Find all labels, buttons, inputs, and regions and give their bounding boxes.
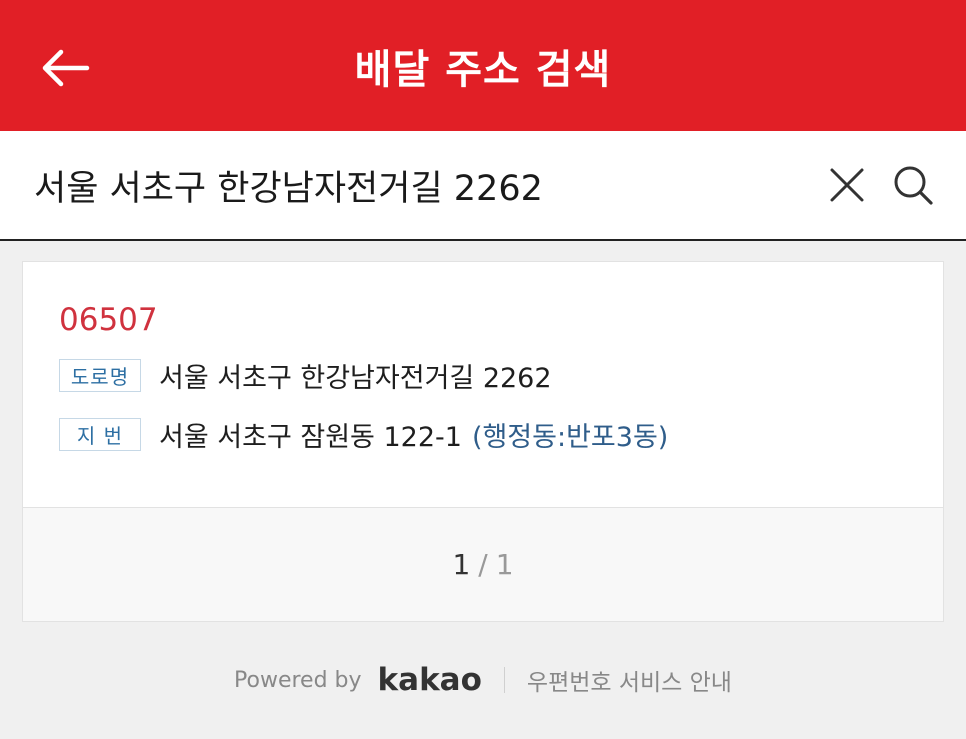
pagination: 1 / 1 [22, 507, 944, 622]
clear-button[interactable] [822, 160, 872, 210]
postcode-service-info-link[interactable]: 우편번호 서비스 안내 [527, 663, 732, 697]
search-icon [894, 166, 933, 205]
close-icon [830, 168, 864, 202]
jibun-address-tag: 지 번 [59, 417, 141, 451]
arrow-left-icon [42, 49, 90, 87]
footer-divider [503, 667, 505, 693]
powered-by-label: Powered by [234, 667, 362, 693]
app-header: 배달 주소 검색 [0, 0, 966, 131]
current-page: 1 [452, 548, 471, 581]
road-address: 서울 서초구 한강남자전거길 2262 [159, 362, 552, 394]
kakao-logo: kakao [377, 662, 482, 698]
footer: Powered by kakao 우편번호 서비스 안내 [0, 652, 966, 708]
road-address-tag: 도로명 [59, 358, 141, 392]
zipcode: 06507 [59, 302, 158, 338]
total-pages: 1 [495, 548, 514, 581]
page-title: 배달 주소 검색 [354, 46, 612, 93]
jibun-address-row: 지 번 서울 서초구 잠원동 122-1 (행정동:반포3동) [59, 414, 668, 454]
jibun-address: 서울 서초구 잠원동 122-1 [159, 421, 462, 453]
page-separator: / [478, 548, 488, 581]
admin-dong-label: (행정동:반포3동) [471, 421, 669, 453]
address-result-item[interactable]: 06507 도로명 서울 서초구 한강남자전거길 2262 지 번 서울 서초구… [22, 261, 944, 508]
road-address-row: 도로명 서울 서초구 한강남자전거길 2262 [59, 355, 552, 395]
search-button[interactable] [886, 158, 940, 212]
search-input[interactable] [34, 155, 794, 215]
back-button[interactable] [30, 35, 100, 101]
